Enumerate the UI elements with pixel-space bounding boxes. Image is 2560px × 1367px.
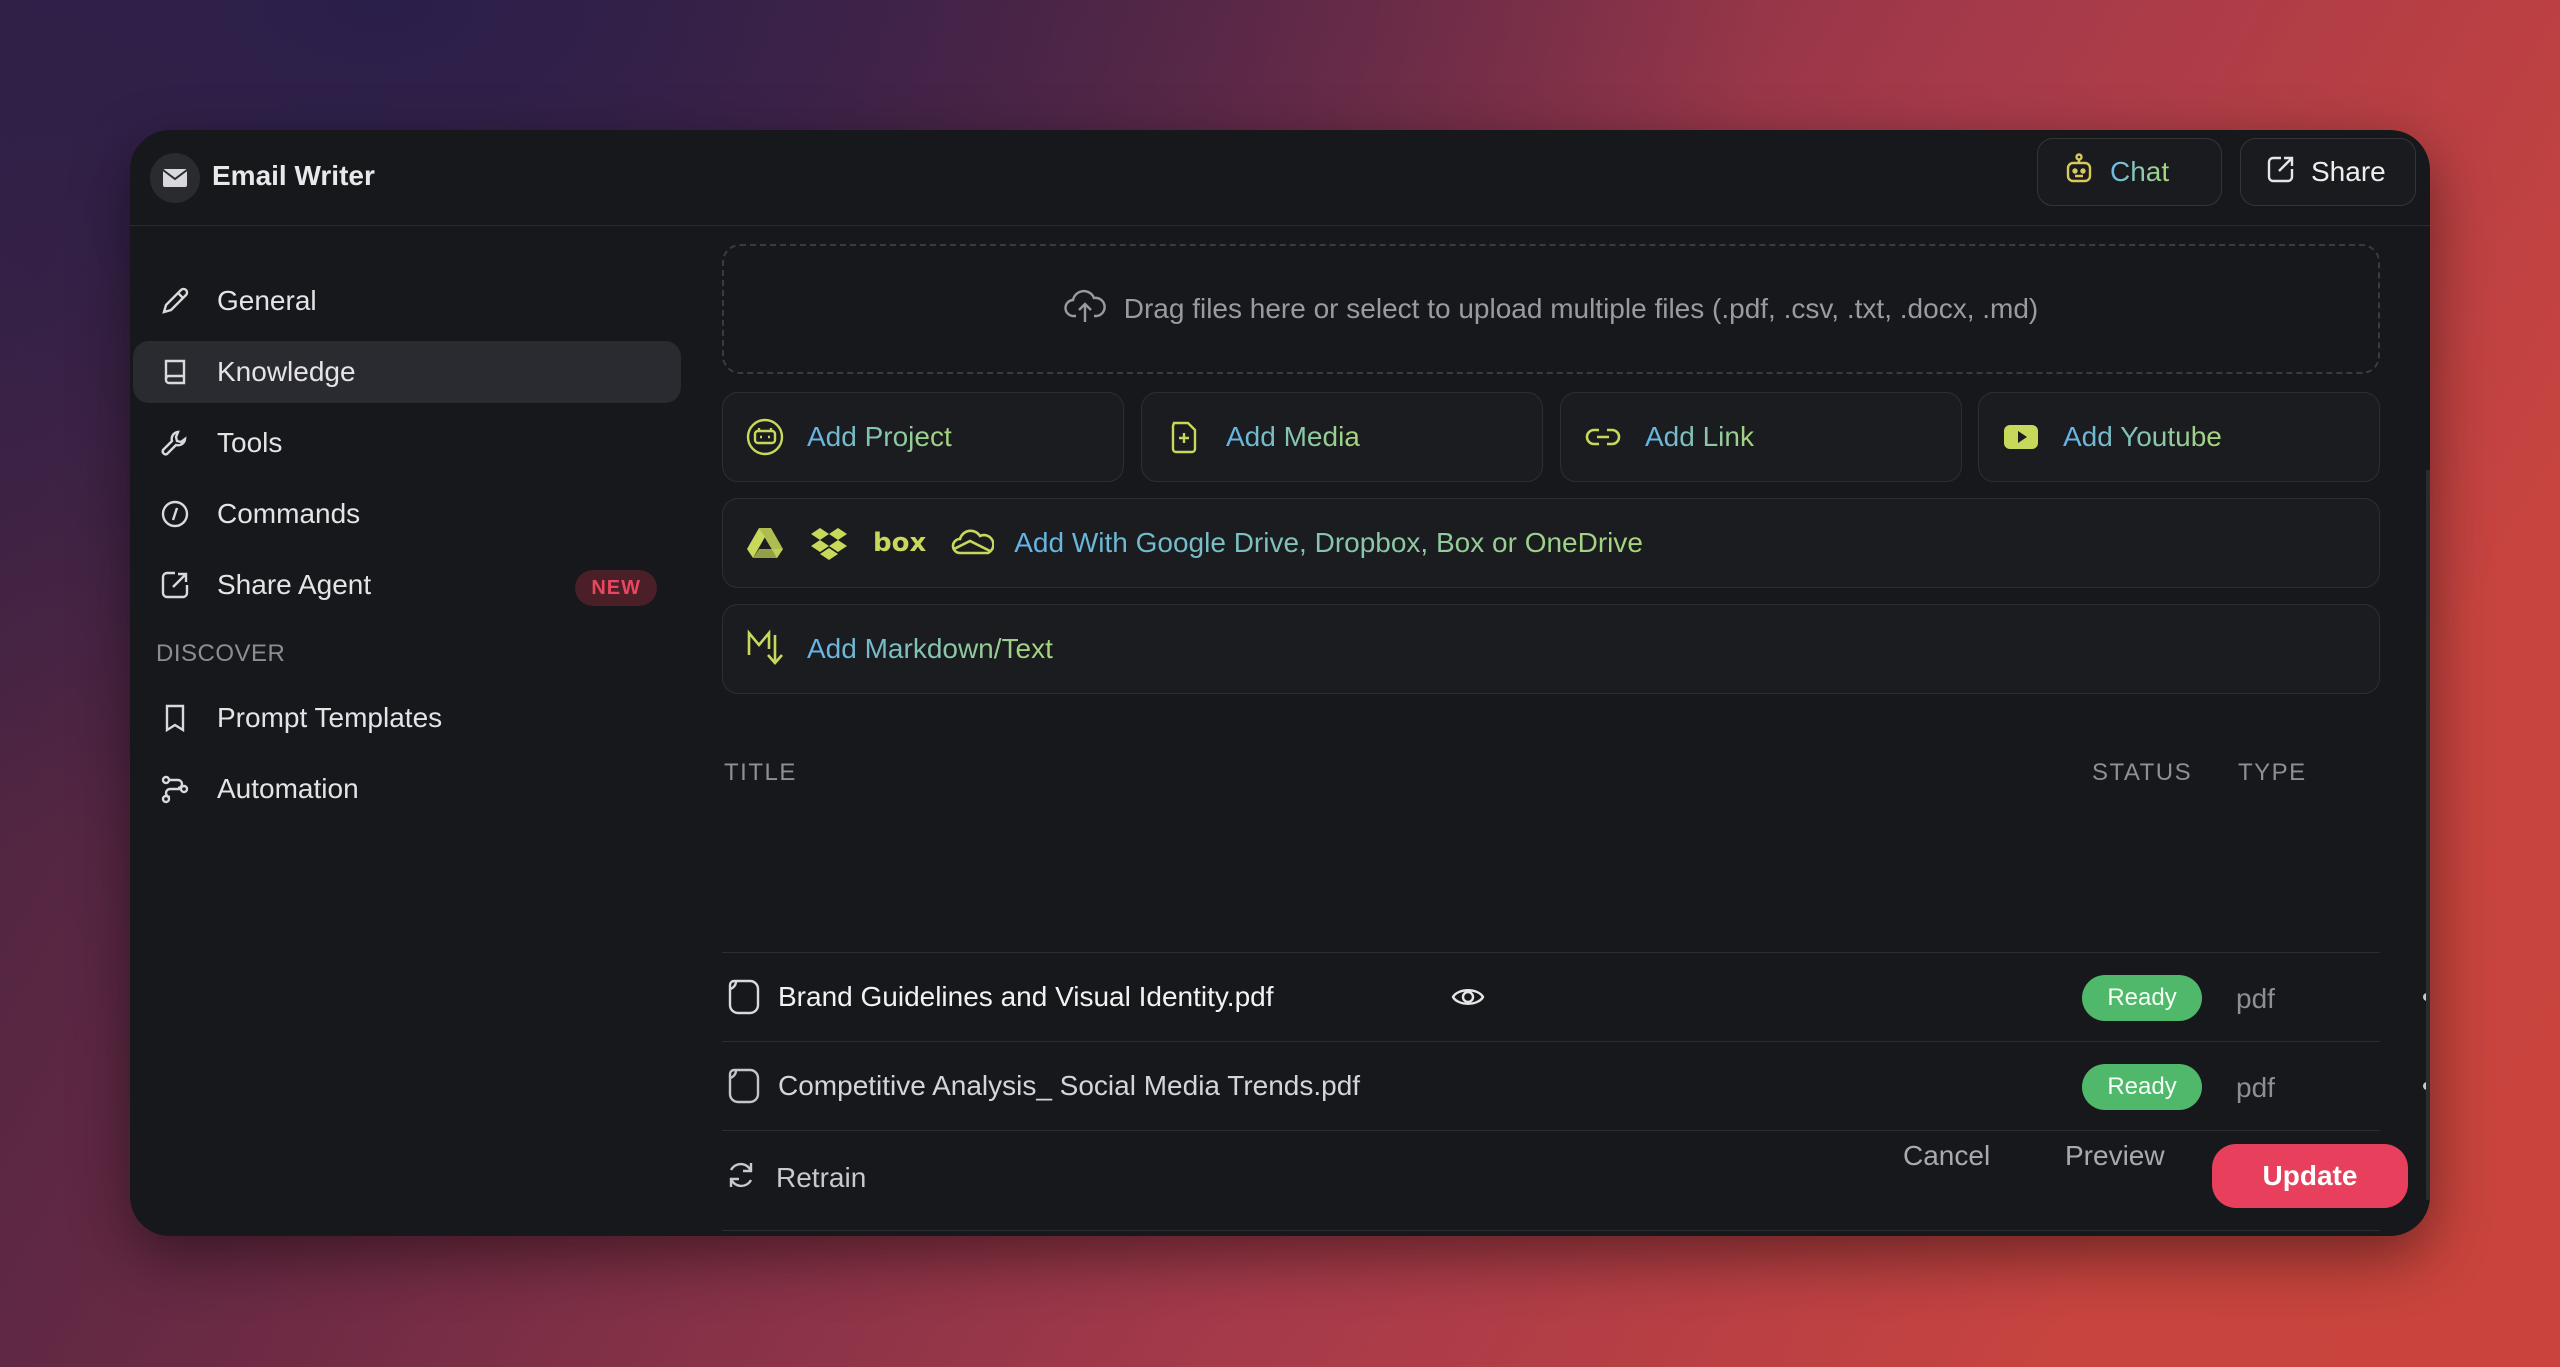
share-icon <box>2265 153 2297 192</box>
add-media-button[interactable]: Add Media <box>1141 392 1543 482</box>
bookmark-icon <box>155 698 195 738</box>
sidebar-item-prompt-templates[interactable]: Prompt Templates <box>133 687 681 749</box>
slash-command-icon <box>155 494 195 534</box>
status-badge: Ready <box>2082 1064 2202 1110</box>
link-icon <box>1583 417 1623 457</box>
file-icon <box>726 977 762 1022</box>
box-icon: box <box>873 528 927 558</box>
retrain-label: Retrain <box>776 1161 867 1193</box>
sidebar-item-share-agent[interactable]: Share Agent NEW <box>133 554 681 616</box>
file-title[interactable]: Brand Guidelines and Visual Identity.pdf <box>778 981 1274 1013</box>
file-title[interactable]: Competitive Analysis_ Social Media Trend… <box>778 1070 1360 1102</box>
add-project-label: Add Project <box>807 421 952 452</box>
sidebar-item-label: Automation <box>217 773 359 804</box>
refresh-icon <box>724 1158 758 1197</box>
dropzone-text: Drag files here or select to upload mult… <box>1123 293 2039 324</box>
youtube-icon <box>2001 417 2041 457</box>
sidebar-item-knowledge[interactable]: Knowledge <box>133 341 681 403</box>
share-icon <box>155 565 195 605</box>
sidebar-item-general[interactable]: General <box>133 270 681 332</box>
file-icon <box>726 1066 762 1111</box>
table-row[interactable]: Brand Guidelines and Visual Identity.pdf… <box>722 953 2430 1041</box>
column-header-title: TITLE <box>724 759 797 786</box>
book-icon <box>155 352 195 392</box>
add-link-label: Add Link <box>1645 421 1754 452</box>
sidebar-item-tools[interactable]: Tools <box>133 412 681 474</box>
cancel-button[interactable]: Cancel <box>1903 1140 1990 1172</box>
share-button[interactable]: Share <box>2240 138 2416 206</box>
table-divider <box>722 1130 2380 1131</box>
sidebar-item-label: General <box>217 285 317 316</box>
add-media-label: Add Media <box>1226 421 1360 452</box>
new-badge: NEW <box>575 570 657 606</box>
add-youtube-label: Add Youtube <box>2063 421 2222 452</box>
pencil-icon <box>155 281 195 321</box>
dropbox-icon <box>809 525 849 561</box>
upload-cloud-icon <box>1064 288 1106 331</box>
eye-icon[interactable] <box>1450 979 1486 1020</box>
table-row[interactable]: Competitive Analysis_ Social Media Trend… <box>722 1042 2430 1130</box>
sidebar-item-label: Knowledge <box>217 356 356 387</box>
sidebar-item-label: Share Agent <box>217 569 372 600</box>
share-label: Share <box>2311 156 2386 187</box>
project-icon <box>745 417 785 457</box>
sidebar: General Knowledge Tools Commands Share A… <box>130 226 690 1236</box>
add-project-button[interactable]: Add Project <box>722 392 1124 482</box>
retrain-button[interactable]: Retrain <box>724 1158 866 1197</box>
update-button[interactable]: Update <box>2212 1144 2408 1208</box>
markdown-icon <box>745 627 785 671</box>
wrench-icon <box>155 423 195 463</box>
automation-icon <box>155 769 195 809</box>
email-app-icon <box>150 153 200 203</box>
table-divider <box>722 1230 2380 1231</box>
status-badge: Ready <box>2082 975 2202 1021</box>
file-type: pdf <box>2236 1072 2275 1103</box>
sidebar-item-label: Commands <box>217 498 361 529</box>
discover-section-label: DISCOVER <box>156 640 286 667</box>
add-cloud-label: Add With Google Drive, Dropbox, Box or O… <box>1014 527 1643 558</box>
column-header-status: STATUS <box>2092 759 2193 786</box>
column-header-type: TYPE <box>2238 759 2307 786</box>
file-dropzone[interactable]: Drag files here or select to upload mult… <box>722 244 2380 374</box>
media-icon <box>1164 417 1204 457</box>
add-markdown-label: Add Markdown/Text <box>807 633 1053 664</box>
chat-button[interactable]: Chat <box>2037 138 2222 206</box>
window-header: Email Writer Chat Share <box>130 130 2430 226</box>
onedrive-icon <box>950 527 995 559</box>
google-drive-icon <box>745 525 785 561</box>
add-markdown-button[interactable]: Add Markdown/Text <box>722 604 2380 694</box>
sidebar-item-label: Prompt Templates <box>217 702 443 733</box>
add-cloud-storage-button[interactable]: box Add With Google Drive, Dropbox, Box … <box>722 498 2380 588</box>
sidebar-item-automation[interactable]: Automation <box>133 758 681 820</box>
robot-icon <box>2062 152 2096 193</box>
agent-settings-window: Email Writer Chat Share General Knowledg… <box>130 130 2430 1236</box>
file-type: pdf <box>2236 983 2275 1014</box>
chat-label: Chat <box>2110 156 2170 187</box>
scrollbar[interactable] <box>2426 470 2430 1200</box>
add-youtube-button[interactable]: Add Youtube <box>1978 392 2380 482</box>
sidebar-item-commands[interactable]: Commands <box>133 483 681 545</box>
knowledge-panel: Drag files here or select to upload mult… <box>722 226 2430 1236</box>
sidebar-item-label: Tools <box>217 427 283 458</box>
app-title: Email Writer <box>212 160 375 191</box>
preview-button[interactable]: Preview <box>2065 1140 2165 1172</box>
add-link-button[interactable]: Add Link <box>1560 392 1962 482</box>
